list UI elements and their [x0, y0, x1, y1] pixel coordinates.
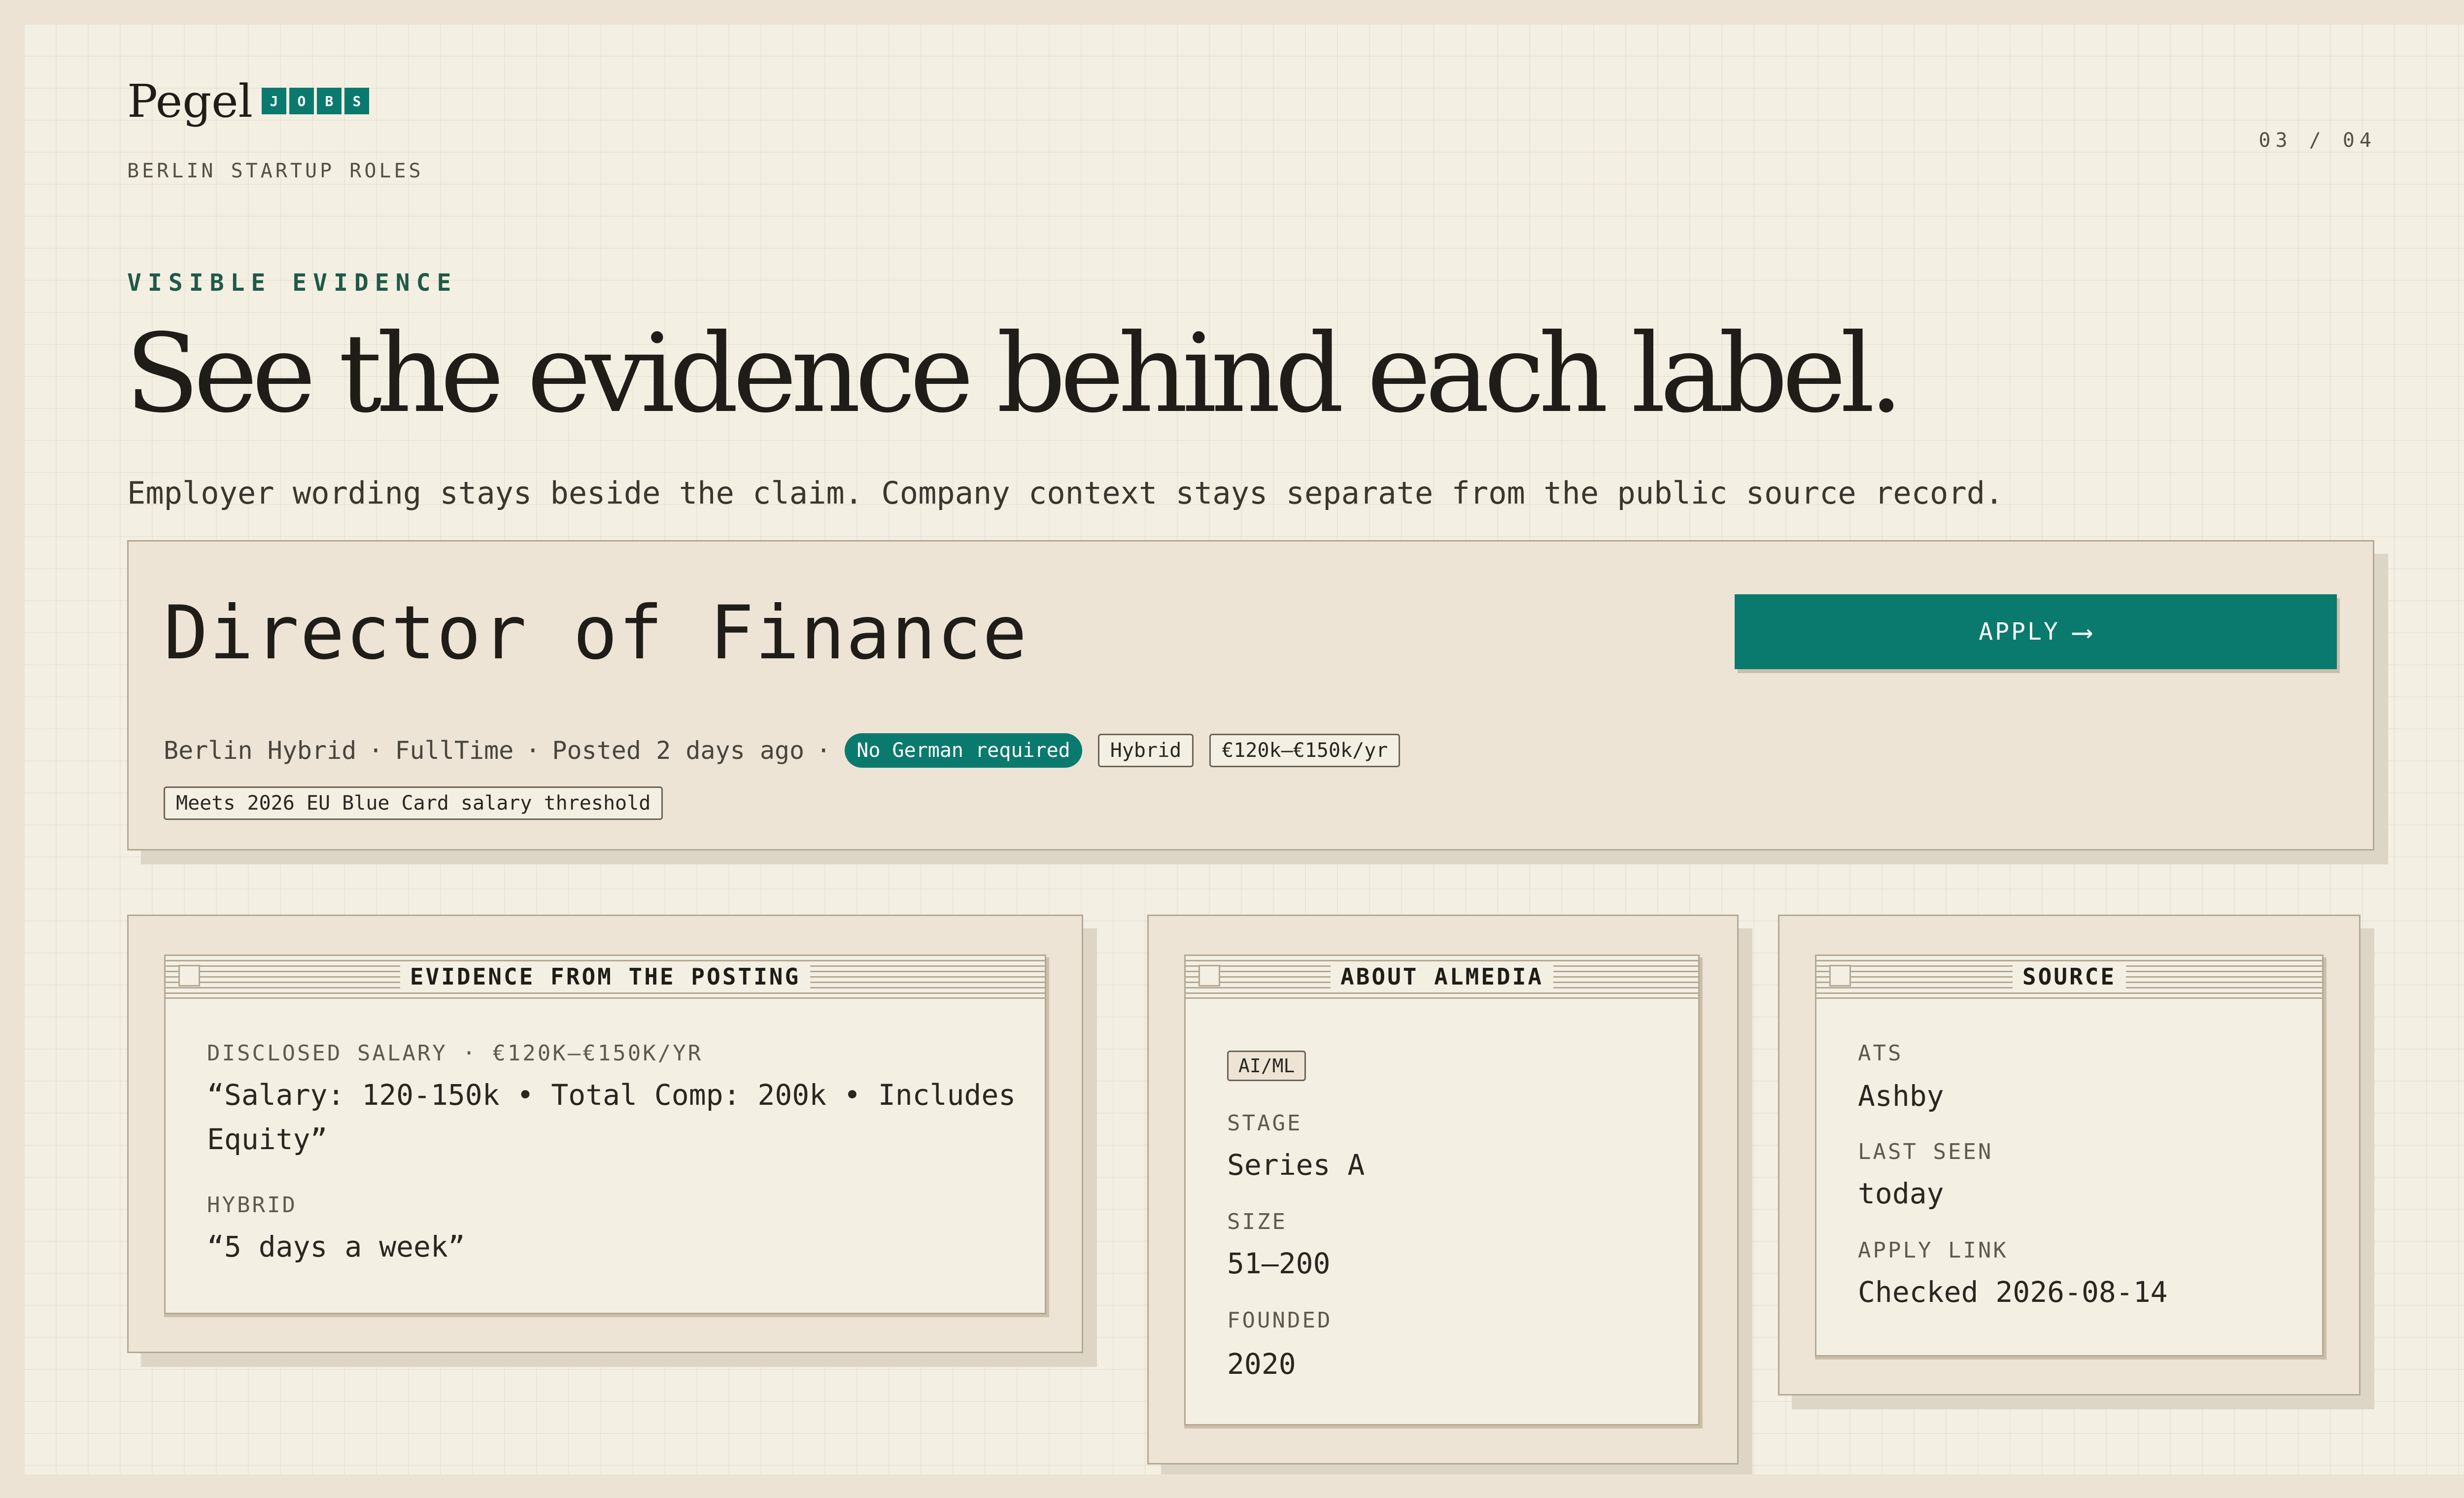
brand-logo[interactable]: Pegel J O B S: [127, 79, 369, 124]
company-panel-window: ABOUT ALMEDIA AI/ML STAGE Series A SIZE …: [1184, 954, 1700, 1426]
blue-card-tag: Meets 2026 EU Blue Card salary threshold: [164, 786, 663, 820]
company-field-value: 2020: [1227, 1347, 1296, 1381]
apply-button-label: APPLY: [1979, 618, 2060, 646]
evidence-panel-title: EVIDENCE FROM THE POSTING: [400, 963, 811, 990]
job-title: Director of Finance: [164, 590, 1028, 676]
brand-badge-letter: J: [261, 88, 286, 114]
evidence-panel-titlebar: EVIDENCE FROM THE POSTING: [166, 956, 1045, 999]
job-meta-row: Berlin Hybrid · FullTime · Posted 2 days…: [164, 733, 1401, 768]
company-panel-title: ABOUT ALMEDIA: [1330, 963, 1554, 990]
source-field-label: LAST SEEN: [1858, 1139, 1993, 1164]
brand-name: Pegel: [127, 75, 253, 128]
job-posted-date: Posted 2 days ago: [552, 736, 805, 765]
evidence-quote: “5 days a week”: [207, 1230, 465, 1263]
window-box-icon: [1198, 965, 1220, 987]
company-panel-titlebar: ABOUT ALMEDIA: [1186, 956, 1698, 999]
company-field-label: SIZE: [1227, 1209, 1287, 1234]
work-mode-tag: Hybrid: [1097, 734, 1194, 767]
source-panel-title: SOURCE: [2012, 963, 2126, 990]
arrow-right-icon: ⟶: [2073, 615, 2093, 648]
brand-badges: J O B S: [261, 88, 369, 114]
meta-separator: ·: [816, 736, 831, 765]
page: Pegel J O B S BERLIN STARTUP ROLES 03 / …: [24, 24, 2464, 1474]
source-panel: SOURCE ATS Ashby LAST SEEN today APPLY L…: [1778, 915, 2361, 1396]
brand-badge-letter: S: [344, 88, 369, 114]
window-box-icon: [178, 965, 200, 987]
evidence-panel-window: EVIDENCE FROM THE POSTING DISCLOSED SALA…: [164, 954, 1046, 1314]
evidence-quote-continued: Equity”: [207, 1123, 328, 1156]
source-field-value: Ashby: [1858, 1079, 1944, 1113]
source-field-label: ATS: [1858, 1041, 1903, 1066]
brand-badge-letter: O: [289, 88, 314, 114]
company-category: AI/ML: [1227, 1051, 1306, 1081]
meta-separator: ·: [368, 736, 383, 765]
source-field-value: today: [1858, 1177, 1944, 1210]
language-badge: No German required: [845, 733, 1082, 768]
page-headline: See the evidence behind each label.: [125, 310, 1904, 437]
evidence-quote: “Salary: 120-150k • Total Comp: 200k • I…: [207, 1078, 1016, 1112]
salary-tag: €120k–€150k/yr: [1209, 734, 1401, 767]
evidence-label: DISCLOSED SALARY · €120K–€150K/YR: [207, 1041, 703, 1066]
company-field-label: STAGE: [1227, 1111, 1302, 1136]
section-eyebrow: VISIBLE EVIDENCE: [127, 269, 458, 297]
category-tag: AI/ML: [1227, 1051, 1306, 1081]
source-panel-titlebar: SOURCE: [1816, 956, 2322, 999]
job-employment-type: FullTime: [395, 736, 514, 765]
source-panel-window: SOURCE ATS Ashby LAST SEEN today APPLY L…: [1815, 954, 2324, 1357]
company-panel: ABOUT ALMEDIA AI/ML STAGE Series A SIZE …: [1147, 915, 1739, 1464]
apply-link-status: Checked 2026-08-14: [1858, 1275, 2168, 1309]
company-field-value: Series A: [1227, 1148, 1365, 1182]
meta-separator: ·: [525, 736, 541, 765]
company-field-label: FOUNDED: [1227, 1308, 1333, 1333]
window-box-icon: [1829, 965, 1851, 987]
apply-button[interactable]: APPLY ⟶: [1735, 594, 2337, 669]
brand-badge-letter: B: [316, 88, 342, 114]
job-location: Berlin Hybrid: [164, 736, 357, 765]
page-counter: 03 / 04: [2259, 129, 2376, 152]
evidence-panel: EVIDENCE FROM THE POSTING DISCLOSED SALA…: [127, 915, 1083, 1353]
brand-tagline: BERLIN STARTUP ROLES: [127, 160, 424, 182]
evidence-label: HYBRID: [207, 1192, 297, 1218]
source-field-label: APPLY LINK: [1858, 1238, 2008, 1263]
company-field-value: 51–200: [1227, 1247, 1331, 1280]
page-subline: Employer wording stays beside the claim.…: [127, 475, 2004, 511]
